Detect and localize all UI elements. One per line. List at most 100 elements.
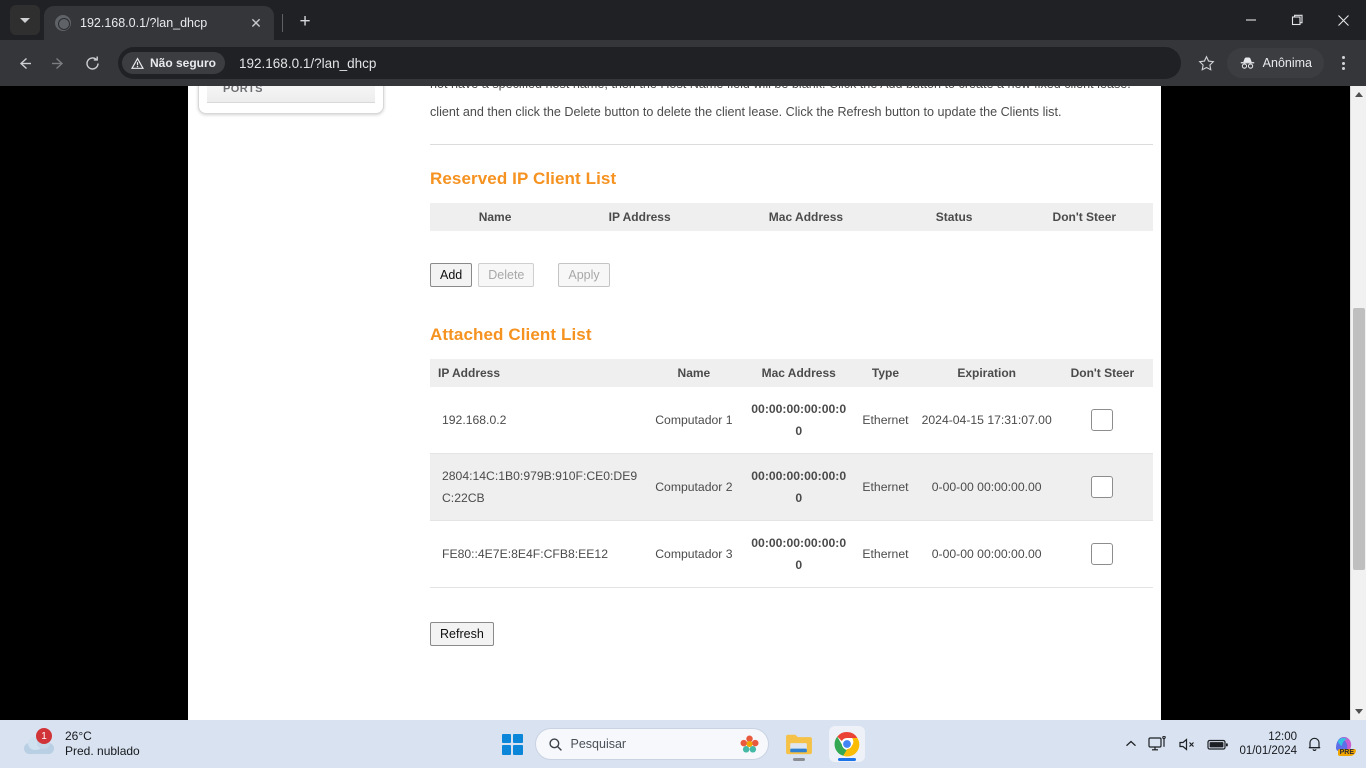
scrollbar-thumb[interactable]: [1353, 308, 1365, 570]
apply-button: Apply: [558, 263, 610, 287]
start-tile: [513, 733, 523, 743]
window-controls: [1228, 0, 1366, 40]
taskbar-clock[interactable]: 12:00 01/01/2024: [1239, 730, 1297, 758]
table-row: 2804:14C:1B0:979B:910F:CE0:DE9C:22CB Comp…: [430, 453, 1153, 521]
tab-separator: [282, 14, 283, 32]
not-secure-label: Não seguro: [150, 56, 217, 70]
cell-expiration: 2024-04-15 17:31:07.00: [921, 413, 1052, 427]
sidebar-item-ports[interactable]: PORTS: [207, 86, 375, 103]
cell-ip-address: 192.168.0.2: [442, 413, 507, 427]
reserved-actions: Add Delete Apply: [430, 263, 1153, 287]
new-tab-button[interactable]: +: [291, 8, 319, 36]
copilot-preview-badge: PRE: [1337, 749, 1356, 756]
app-running-indicator: [792, 758, 805, 761]
tray-overflow-icon[interactable]: [1124, 737, 1138, 751]
cell-mac-address: 00:00:00:00:00:00: [748, 453, 850, 521]
cell-name: Computador 2: [639, 453, 749, 521]
notifications-bell-icon[interactable]: [1307, 736, 1322, 752]
battery-icon[interactable]: [1207, 738, 1229, 751]
volume-muted-icon[interactable]: [1178, 737, 1197, 752]
browser-window: 192.168.0.1/?lan_dhcp ✕ + Não seguro 192…: [0, 0, 1366, 720]
windows-taskbar: 1 26°C Pred. nublado Pesquisar 12:00 01/…: [0, 720, 1366, 768]
divider: [430, 144, 1153, 145]
warning-triangle-icon: [131, 56, 144, 69]
column-header-name: Name: [430, 203, 561, 231]
intro-line-2: client and then click the Delete button …: [430, 105, 1062, 119]
column-header-expiration: Expiration: [921, 359, 1052, 387]
browser-tab[interactable]: 192.168.0.1/?lan_dhcp ✕: [44, 6, 274, 40]
page-scrollbar[interactable]: [1350, 86, 1366, 720]
clock-time: 12:00: [1268, 731, 1297, 743]
scroll-down-arrow-icon[interactable]: [1351, 703, 1366, 720]
intro-paragraph: not have a specified host name, then the…: [430, 86, 1153, 125]
start-tile: [501, 733, 511, 743]
scroll-up-arrow-icon[interactable]: [1351, 86, 1366, 103]
attached-client-table: IP Address Name Mac Address Type Expirat…: [430, 359, 1153, 588]
column-header-dont-steer: Don't Steer: [1051, 359, 1153, 387]
incognito-indicator[interactable]: Anônima: [1226, 48, 1324, 78]
cell-type: Ethernet: [862, 413, 909, 427]
add-button[interactable]: Add: [430, 263, 473, 287]
table-row: FE80::4E7E:8E4F:CFB8:EE12 Computador 3 00:…: [430, 521, 1153, 588]
column-header-status: Status: [892, 203, 1016, 231]
start-button-icon[interactable]: [501, 733, 523, 755]
column-header-ip-address: IP Address: [430, 359, 640, 387]
address-bar[interactable]: Não seguro 192.168.0.1/?lan_dhcp: [118, 47, 1181, 79]
cell-name: Computador 1: [655, 413, 733, 427]
attached-table-body: 192.168.0.2 Computador 1 00:00:00:00:00:00…: [430, 387, 1153, 588]
globe-favicon-icon: [55, 15, 71, 31]
triangle-up: [1355, 92, 1363, 97]
cell-type: Ethernet: [849, 453, 922, 521]
sidebar-item-label: PORTS: [223, 86, 263, 95]
intro-line-1: not have a specified host name, then the…: [430, 86, 1153, 91]
network-icon[interactable]: [1148, 736, 1168, 752]
cell-dont-steer: [1052, 387, 1153, 454]
dont-steer-checkbox[interactable]: [1091, 476, 1114, 499]
cell-dont-steer: [1052, 521, 1153, 588]
attached-actions: Refresh: [430, 622, 1153, 646]
tab-strip: 192.168.0.1/?lan_dhcp ✕ +: [0, 0, 1366, 40]
refresh-button[interactable]: Refresh: [430, 622, 494, 646]
cell-expiration: 0-00-00 00:00:00.00: [931, 547, 1042, 561]
minimize-button[interactable]: [1228, 0, 1274, 40]
chrome-taskbar-button[interactable]: [828, 726, 865, 762]
router-admin-page: LAN SETTINGS (IPV6) CLIENT LIST PORTS no…: [188, 86, 1161, 720]
dont-steer-checkbox[interactable]: [1091, 543, 1114, 566]
close-window-button[interactable]: [1320, 0, 1366, 40]
start-tile: [501, 745, 511, 755]
not-secure-badge[interactable]: Não seguro: [122, 52, 226, 74]
cell-expiration: 0-00-00 00:00:00.00: [921, 453, 1052, 521]
browser-menu-icon[interactable]: [1328, 47, 1358, 79]
bookmark-star-icon[interactable]: [1191, 47, 1223, 79]
copilot-icon[interactable]: PRE: [1332, 732, 1356, 756]
page-viewport: LAN SETTINGS (IPV6) CLIENT LIST PORTS no…: [0, 86, 1366, 720]
system-tray: 12:00 01/01/2024 PRE: [1124, 720, 1366, 768]
url-text: 192.168.0.1/?lan_dhcp: [239, 55, 377, 71]
forward-icon[interactable]: [42, 47, 74, 79]
column-header-name: Name: [639, 359, 749, 387]
widget-flower-icon[interactable]: [739, 734, 760, 755]
dont-steer-checkbox[interactable]: [1091, 409, 1114, 432]
column-header-ip-address: IP Address: [560, 203, 720, 231]
cell-type: Ethernet: [862, 547, 909, 561]
back-icon[interactable]: [8, 47, 40, 79]
main-content: not have a specified host name, then the…: [430, 86, 1153, 646]
cell-mac-address: 00:00:00:00:00:00: [751, 402, 847, 438]
attached-list-title: Attached Client List: [430, 325, 592, 344]
file-explorer-taskbar-button[interactable]: [781, 726, 817, 762]
taskbar-search[interactable]: Pesquisar: [534, 728, 769, 760]
reload-icon[interactable]: [76, 47, 108, 79]
reserved-list-title: Reserved IP Client List: [430, 169, 617, 188]
maximize-restore-button[interactable]: [1274, 0, 1320, 40]
tab-search-button[interactable]: [10, 5, 40, 35]
reserved-client-table: Name IP Address Mac Address Status Don't…: [430, 203, 1153, 231]
column-header-mac-address: Mac Address: [748, 359, 850, 387]
table-row: 192.168.0.2 Computador 1 00:00:00:00:00:00…: [430, 387, 1153, 454]
incognito-label: Anônima: [1262, 56, 1312, 70]
triangle-down: [1355, 709, 1363, 714]
close-tab-icon[interactable]: ✕: [246, 13, 266, 33]
kebab-dot: [1341, 67, 1345, 70]
column-header-mac-address: Mac Address: [719, 203, 893, 231]
column-header-type: Type: [849, 359, 922, 387]
nav-sidebar: LAN SETTINGS (IPV6) CLIENT LIST PORTS: [198, 86, 384, 114]
